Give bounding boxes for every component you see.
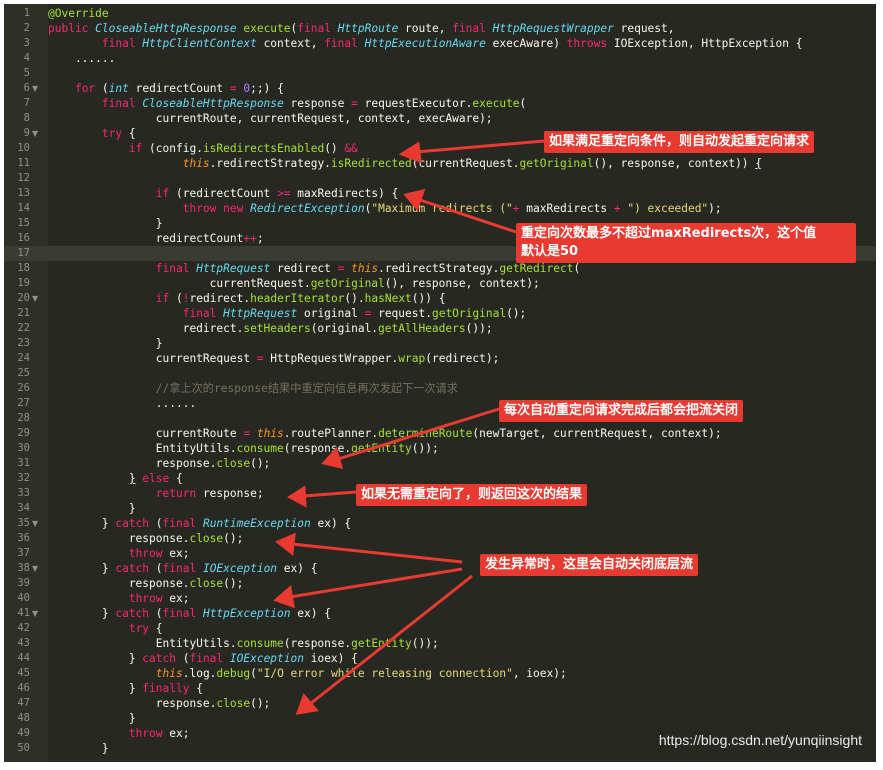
arrow-1 (415, 139, 545, 154)
code-editor[interactable]: 1 @Override 2 public CloseableHttpResponse … (4, 4, 876, 762)
callout-close-stream: 每次自动重定向请求完成后都会把流关闭 (499, 400, 744, 422)
watermark: https://blog.csdn.net/yunqiinsight (658, 732, 862, 748)
arrow-2-head (403, 188, 426, 211)
arrow-5b-head (273, 585, 295, 609)
annotation-arrows (273, 139, 545, 715)
callout-max-redirects: 重定向次数最多不超过maxRedirects次，这个值 默认是50 (516, 223, 856, 263)
arrow-5a (291, 542, 463, 564)
arrow-5a-head (275, 532, 296, 556)
arrow-3-head (321, 447, 344, 470)
arrow-4 (303, 490, 357, 498)
arrow-1-head (398, 141, 422, 164)
arrow-2 (419, 198, 517, 234)
arrow-5b (289, 567, 463, 599)
callout-redirect-condition: 如果满足重定向条件，则自动发起重定向请求 (544, 131, 815, 153)
arrow-5c-head (295, 693, 319, 715)
callout-max-redirects-line2: 默认是50 (521, 244, 579, 259)
callout-return-result: 如果无需重定向了，则返回这次的结果 (356, 484, 588, 506)
callout-exception-close: 发生异常时，这里会自动关闭底层流 (480, 554, 699, 576)
arrow-4-head (287, 485, 307, 508)
callout-max-redirects-line1: 重定向次数最多不超过maxRedirects次，这个值 (521, 226, 817, 241)
arrow-3 (337, 407, 500, 461)
arrow-5c (309, 574, 473, 706)
